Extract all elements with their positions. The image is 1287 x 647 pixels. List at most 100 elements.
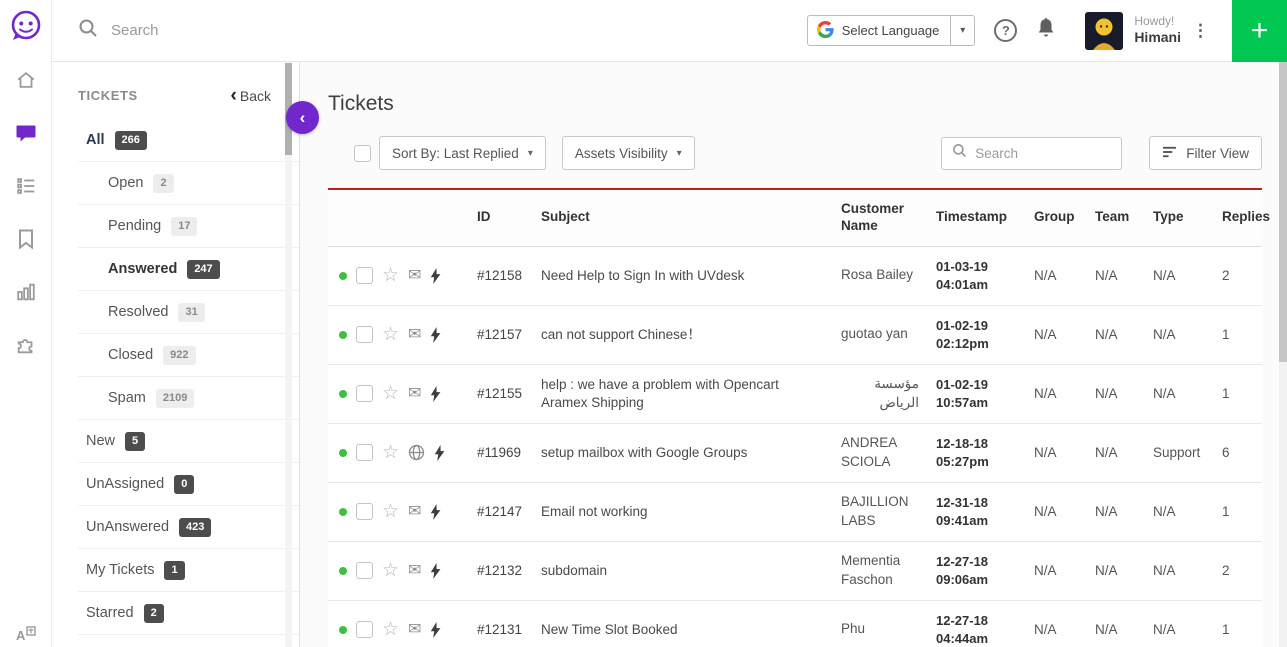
sidebar-collapse-button[interactable]: ‹ [286,101,319,134]
team-cell: N/A [1088,364,1146,423]
uvdesk-logo[interactable] [9,9,43,48]
ticket-row[interactable]: ☆ #11969 setup mailbox with Google Group… [328,423,1262,482]
sidebar-item-unanswered[interactable]: UnAnswered 423 [78,506,299,549]
caret-down-icon: ▾ [950,16,974,45]
home-icon[interactable] [14,68,38,92]
ticket-id[interactable]: #12131 [477,622,522,637]
caret-down-icon: ▾ [677,148,682,159]
filter-view-button[interactable]: Filter View [1149,136,1262,170]
create-ticket-button[interactable]: + [1232,0,1287,62]
page-title: Tickets [328,92,1262,116]
ticket-filter-list: All 266 Open 2 Pending 17 Answered 247 R… [52,119,299,635]
translate-icon[interactable]: A [14,623,38,647]
star-icon[interactable]: ☆ [382,325,399,344]
reports-chart-icon[interactable] [14,280,38,304]
page-scrollbar-thumb[interactable] [1279,62,1287,362]
ticket-row[interactable]: ☆ ✉ #12155 help : we have a problem with… [328,364,1262,423]
sidebar-item-resolved[interactable]: Resolved 31 [78,291,299,334]
row-checkbox[interactable] [356,562,373,579]
ticket-id[interactable]: #12147 [477,504,522,519]
star-icon[interactable]: ☆ [382,561,399,580]
bookmark-icon[interactable] [14,227,38,251]
star-icon[interactable]: ☆ [382,384,399,403]
star-icon[interactable]: ☆ [382,502,399,521]
sidebar-scrollbar[interactable] [285,62,292,647]
row-checkbox[interactable] [356,267,373,284]
ticket-subject[interactable]: subdomain [541,563,607,578]
ticket-search [941,137,1122,170]
left-nav-rail: A [0,0,52,647]
ticket-subject[interactable]: Need Help to Sign In with UVdesk [541,268,744,283]
sort-by-button[interactable]: Sort By: Last Replied ▾ [379,136,546,170]
sidebar-item-pending[interactable]: Pending 17 [78,205,299,248]
sidebar-item-closed[interactable]: Closed 922 [78,334,299,377]
notifications-bell-icon[interactable] [1036,17,1056,44]
group-cell: N/A [1027,246,1088,305]
col-header-customer: Customer Name [834,189,929,246]
sidebar-item-my-tickets[interactable]: My Tickets 1 [78,549,299,592]
assets-visibility-button[interactable]: Assets Visibility ▾ [562,136,695,170]
timestamp: 12-27-1804:44am [929,600,1027,647]
ticket-row[interactable]: ☆ ✉ #12131 New Time Slot Booked Phu 12-2… [328,600,1262,647]
status-dot [339,508,347,516]
timestamp: 01-02-1902:12pm [929,305,1027,364]
help-icon[interactable]: ? [994,19,1017,42]
sidebar-item-answered[interactable]: Answered 247 [78,248,299,291]
select-all-checkbox[interactable] [354,145,371,162]
sidebar-item-open[interactable]: Open 2 [78,162,299,205]
ticket-subject[interactable]: New Time Slot Booked [541,622,678,637]
sidebar-item-all[interactable]: All 266 [78,119,299,162]
ticket-row[interactable]: ☆ ✉ #12132 subdomain Mementia Faschon 12… [328,541,1262,600]
row-checkbox[interactable] [356,385,373,402]
star-icon[interactable]: ☆ [382,443,399,462]
lightning-icon [430,327,441,343]
row-checkbox[interactable] [356,503,373,520]
sidebar-item-spam[interactable]: Spam 2109 [78,377,299,420]
ticket-id[interactable]: #11969 [477,445,521,460]
page-scrollbar[interactable] [1279,62,1287,647]
row-checkbox[interactable] [356,621,373,638]
team-cell: N/A [1088,600,1146,647]
back-link[interactable]: ‹ Back [231,87,271,104]
team-cell: N/A [1088,482,1146,541]
tickets-chat-icon[interactable] [14,121,38,145]
ticket-subject[interactable]: can not support Chinese！ [541,327,701,342]
star-icon[interactable]: ☆ [382,620,399,639]
replies-cell: 1 [1215,482,1262,541]
group-cell: N/A [1027,364,1088,423]
count-badge: 0 [174,475,194,494]
avatar[interactable] [1085,12,1123,50]
select-language-button[interactable]: Select Language ▾ [807,15,976,46]
ticket-subject[interactable]: Email not working [541,504,648,519]
ticket-subject[interactable]: help : we have a problem with Opencart A… [541,377,779,410]
ticket-id[interactable]: #12157 [477,327,522,342]
sidebar-item-starred[interactable]: Starred 2 [78,592,299,635]
ticket-subject[interactable]: setup mailbox with Google Groups [541,445,747,460]
count-badge: 1 [164,561,184,580]
count-badge: 31 [178,303,204,322]
ticket-id[interactable]: #12132 [477,563,522,578]
chevron-left-icon: ‹ [300,108,306,128]
star-icon[interactable]: ☆ [382,266,399,285]
apps-puzzle-icon[interactable] [14,333,38,357]
team-cell: N/A [1088,423,1146,482]
row-checkbox[interactable] [356,444,373,461]
row-checkbox[interactable] [356,326,373,343]
sidebar-item-unassigned[interactable]: UnAssigned 0 [78,463,299,506]
sidebar-item-label: UnAnswered [86,519,169,535]
count-badge: 266 [115,131,147,150]
task-list-icon[interactable] [14,174,38,198]
status-dot [339,390,347,398]
ticket-id[interactable]: #12158 [477,268,522,283]
ticket-row[interactable]: ☆ ✉ #12158 Need Help to Sign In with UVd… [328,246,1262,305]
kebab-menu-icon[interactable]: ⋮ [1192,22,1209,39]
sidebar-item-new[interactable]: New 5 [78,420,299,463]
sidebar-item-label: Starred [86,605,134,621]
global-search-input[interactable] [111,22,451,39]
ticket-row[interactable]: ☆ ✉ #12147 Email not working BAJILLION L… [328,482,1262,541]
sidebar-item-label: My Tickets [86,562,154,578]
ticket-row[interactable]: ☆ ✉ #12157 can not support Chinese！ guot… [328,305,1262,364]
team-cell: N/A [1088,305,1146,364]
ticket-search-input[interactable] [975,146,1111,161]
ticket-id[interactable]: #12155 [477,386,522,401]
